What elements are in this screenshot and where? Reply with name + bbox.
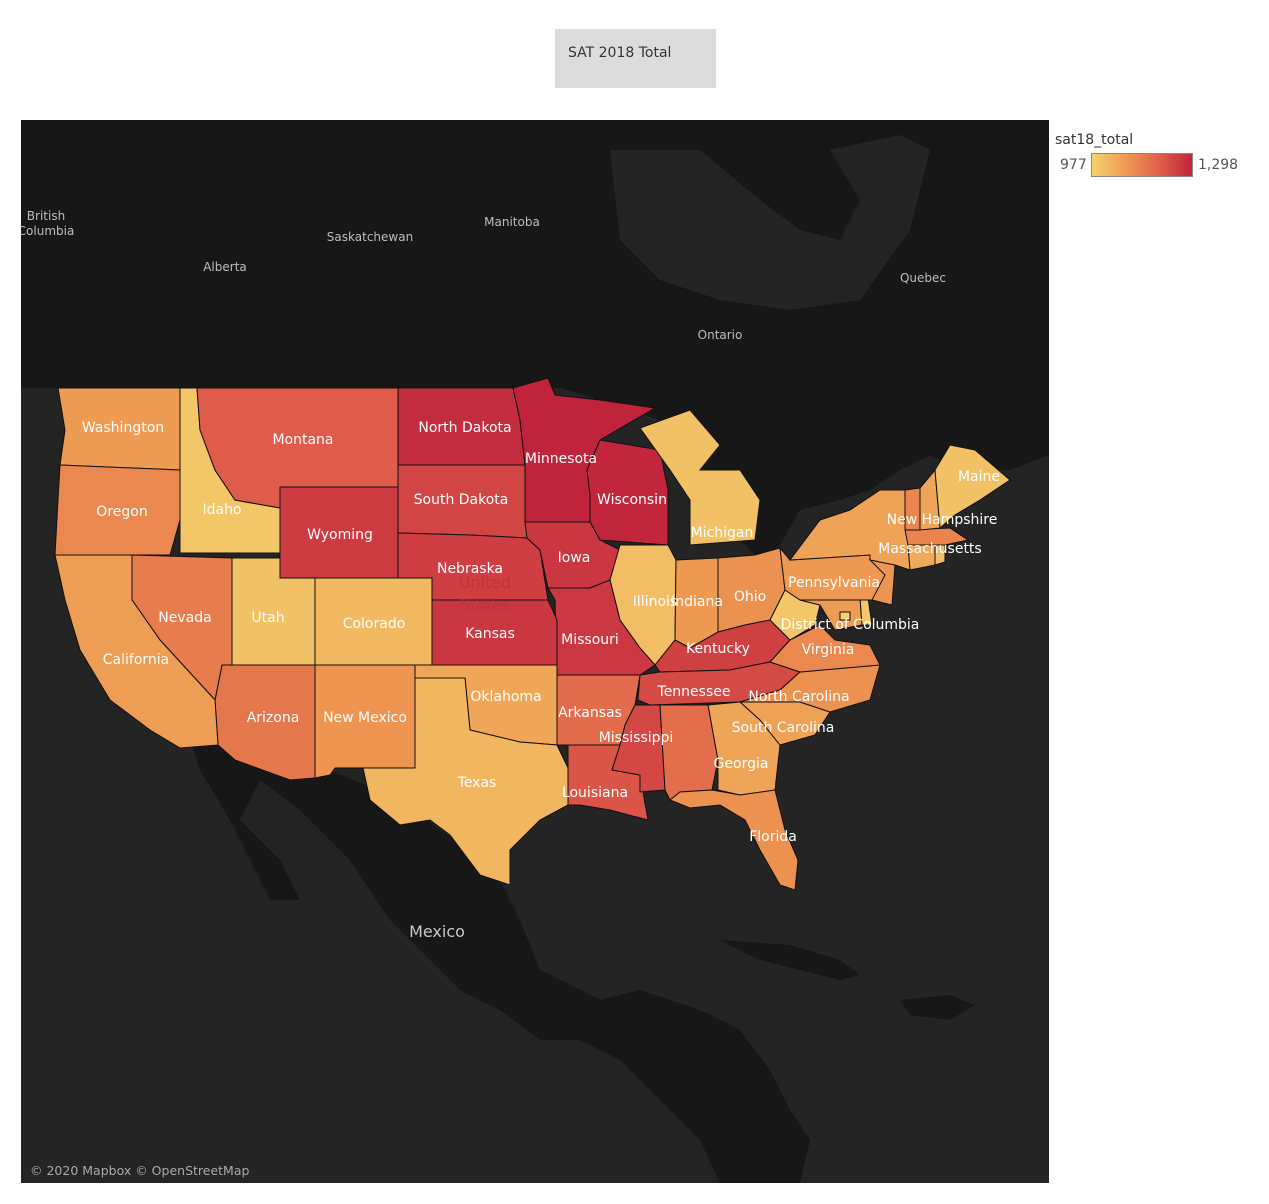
legend-gradient-bar <box>1091 153 1193 177</box>
label-ontario: Ontario <box>698 328 743 342</box>
map-canvas[interactable]: British Columbia Alberta Saskatchewan Ma… <box>21 120 1049 1183</box>
state-label-kentucky: Kentucky <box>686 641 750 657</box>
legend-min-label: 977 <box>1060 157 1087 173</box>
label-saskatchewan: Saskatchewan <box>327 230 413 244</box>
state-label-north-dakota: North Dakota <box>418 420 511 436</box>
state-label-nevada: Nevada <box>158 610 211 626</box>
state-label-district-of-columbia: District of Columbia <box>781 617 920 633</box>
state-label-texas: Texas <box>457 775 497 791</box>
state-label-colorado: Colorado <box>343 616 406 632</box>
state-label-south-dakota: South Dakota <box>414 492 509 508</box>
state-label-idaho: Idaho <box>202 502 241 518</box>
state-label-louisiana: Louisiana <box>562 785 628 801</box>
state-label-ohio: Ohio <box>734 589 766 605</box>
state-label-mississippi: Mississippi <box>599 730 674 746</box>
state-label-new-mexico: New Mexico <box>323 710 407 726</box>
state-label-north-carolina: North Carolina <box>748 689 849 705</box>
label-quebec: Quebec <box>900 271 946 285</box>
state-label-missouri: Missouri <box>561 632 619 648</box>
state-label-minnesota: Minnesota <box>525 451 597 467</box>
state-label-california: California <box>103 652 169 668</box>
color-legend: sat18_total 977 1,298 <box>1055 132 1265 192</box>
state-label-massachusetts: Massachusetts <box>878 541 981 557</box>
label-british-columbia-2: Columbia <box>21 224 74 238</box>
state-label-florida: Florida <box>749 829 797 845</box>
state-label-arkansas: Arkansas <box>558 705 622 721</box>
state-label-maine: Maine <box>958 469 1000 485</box>
state-label-nebraska: Nebraska <box>437 561 503 577</box>
state-label-new-hampshire: New Hampshire <box>887 512 998 528</box>
state-label-pennsylvania: Pennsylvania <box>788 575 880 591</box>
legend-title: sat18_total <box>1055 132 1134 148</box>
map-attribution[interactable]: © 2020 Mapbox © OpenStreetMap <box>30 1163 249 1178</box>
state-label-arizona: Arizona <box>247 710 300 726</box>
state-label-indiana: Indiana <box>671 594 723 610</box>
state-label-montana: Montana <box>272 432 333 448</box>
state-label-wisconsin: Wisconsin <box>597 492 667 508</box>
state-label-michigan: Michigan <box>691 525 754 541</box>
map-title: SAT 2018 Total <box>555 29 716 88</box>
label-manitoba: Manitoba <box>484 215 540 229</box>
label-united-states-2: States <box>460 595 511 614</box>
state-label-south-carolina: South Carolina <box>732 720 835 736</box>
state-label-washington: Washington <box>82 420 164 436</box>
state-label-tennessee: Tennessee <box>657 684 731 700</box>
label-mexico: Mexico <box>409 922 465 941</box>
state-label-oklahoma: Oklahoma <box>470 689 541 705</box>
state-label-georgia: Georgia <box>714 756 769 772</box>
state-label-oregon: Oregon <box>96 504 147 520</box>
map-view[interactable]: British Columbia Alberta Saskatchewan Ma… <box>21 120 1049 1183</box>
state-label-iowa: Iowa <box>558 550 591 566</box>
state-label-utah: Utah <box>251 610 284 626</box>
label-british-columbia-1: British <box>27 209 65 223</box>
label-alberta: Alberta <box>203 260 247 274</box>
state-label-virginia: Virginia <box>802 642 855 658</box>
legend-max-label: 1,298 <box>1198 157 1239 173</box>
state-alabama[interactable] <box>659 704 719 801</box>
state-label-wyoming: Wyoming <box>307 527 373 543</box>
state-label-kansas: Kansas <box>465 626 515 642</box>
